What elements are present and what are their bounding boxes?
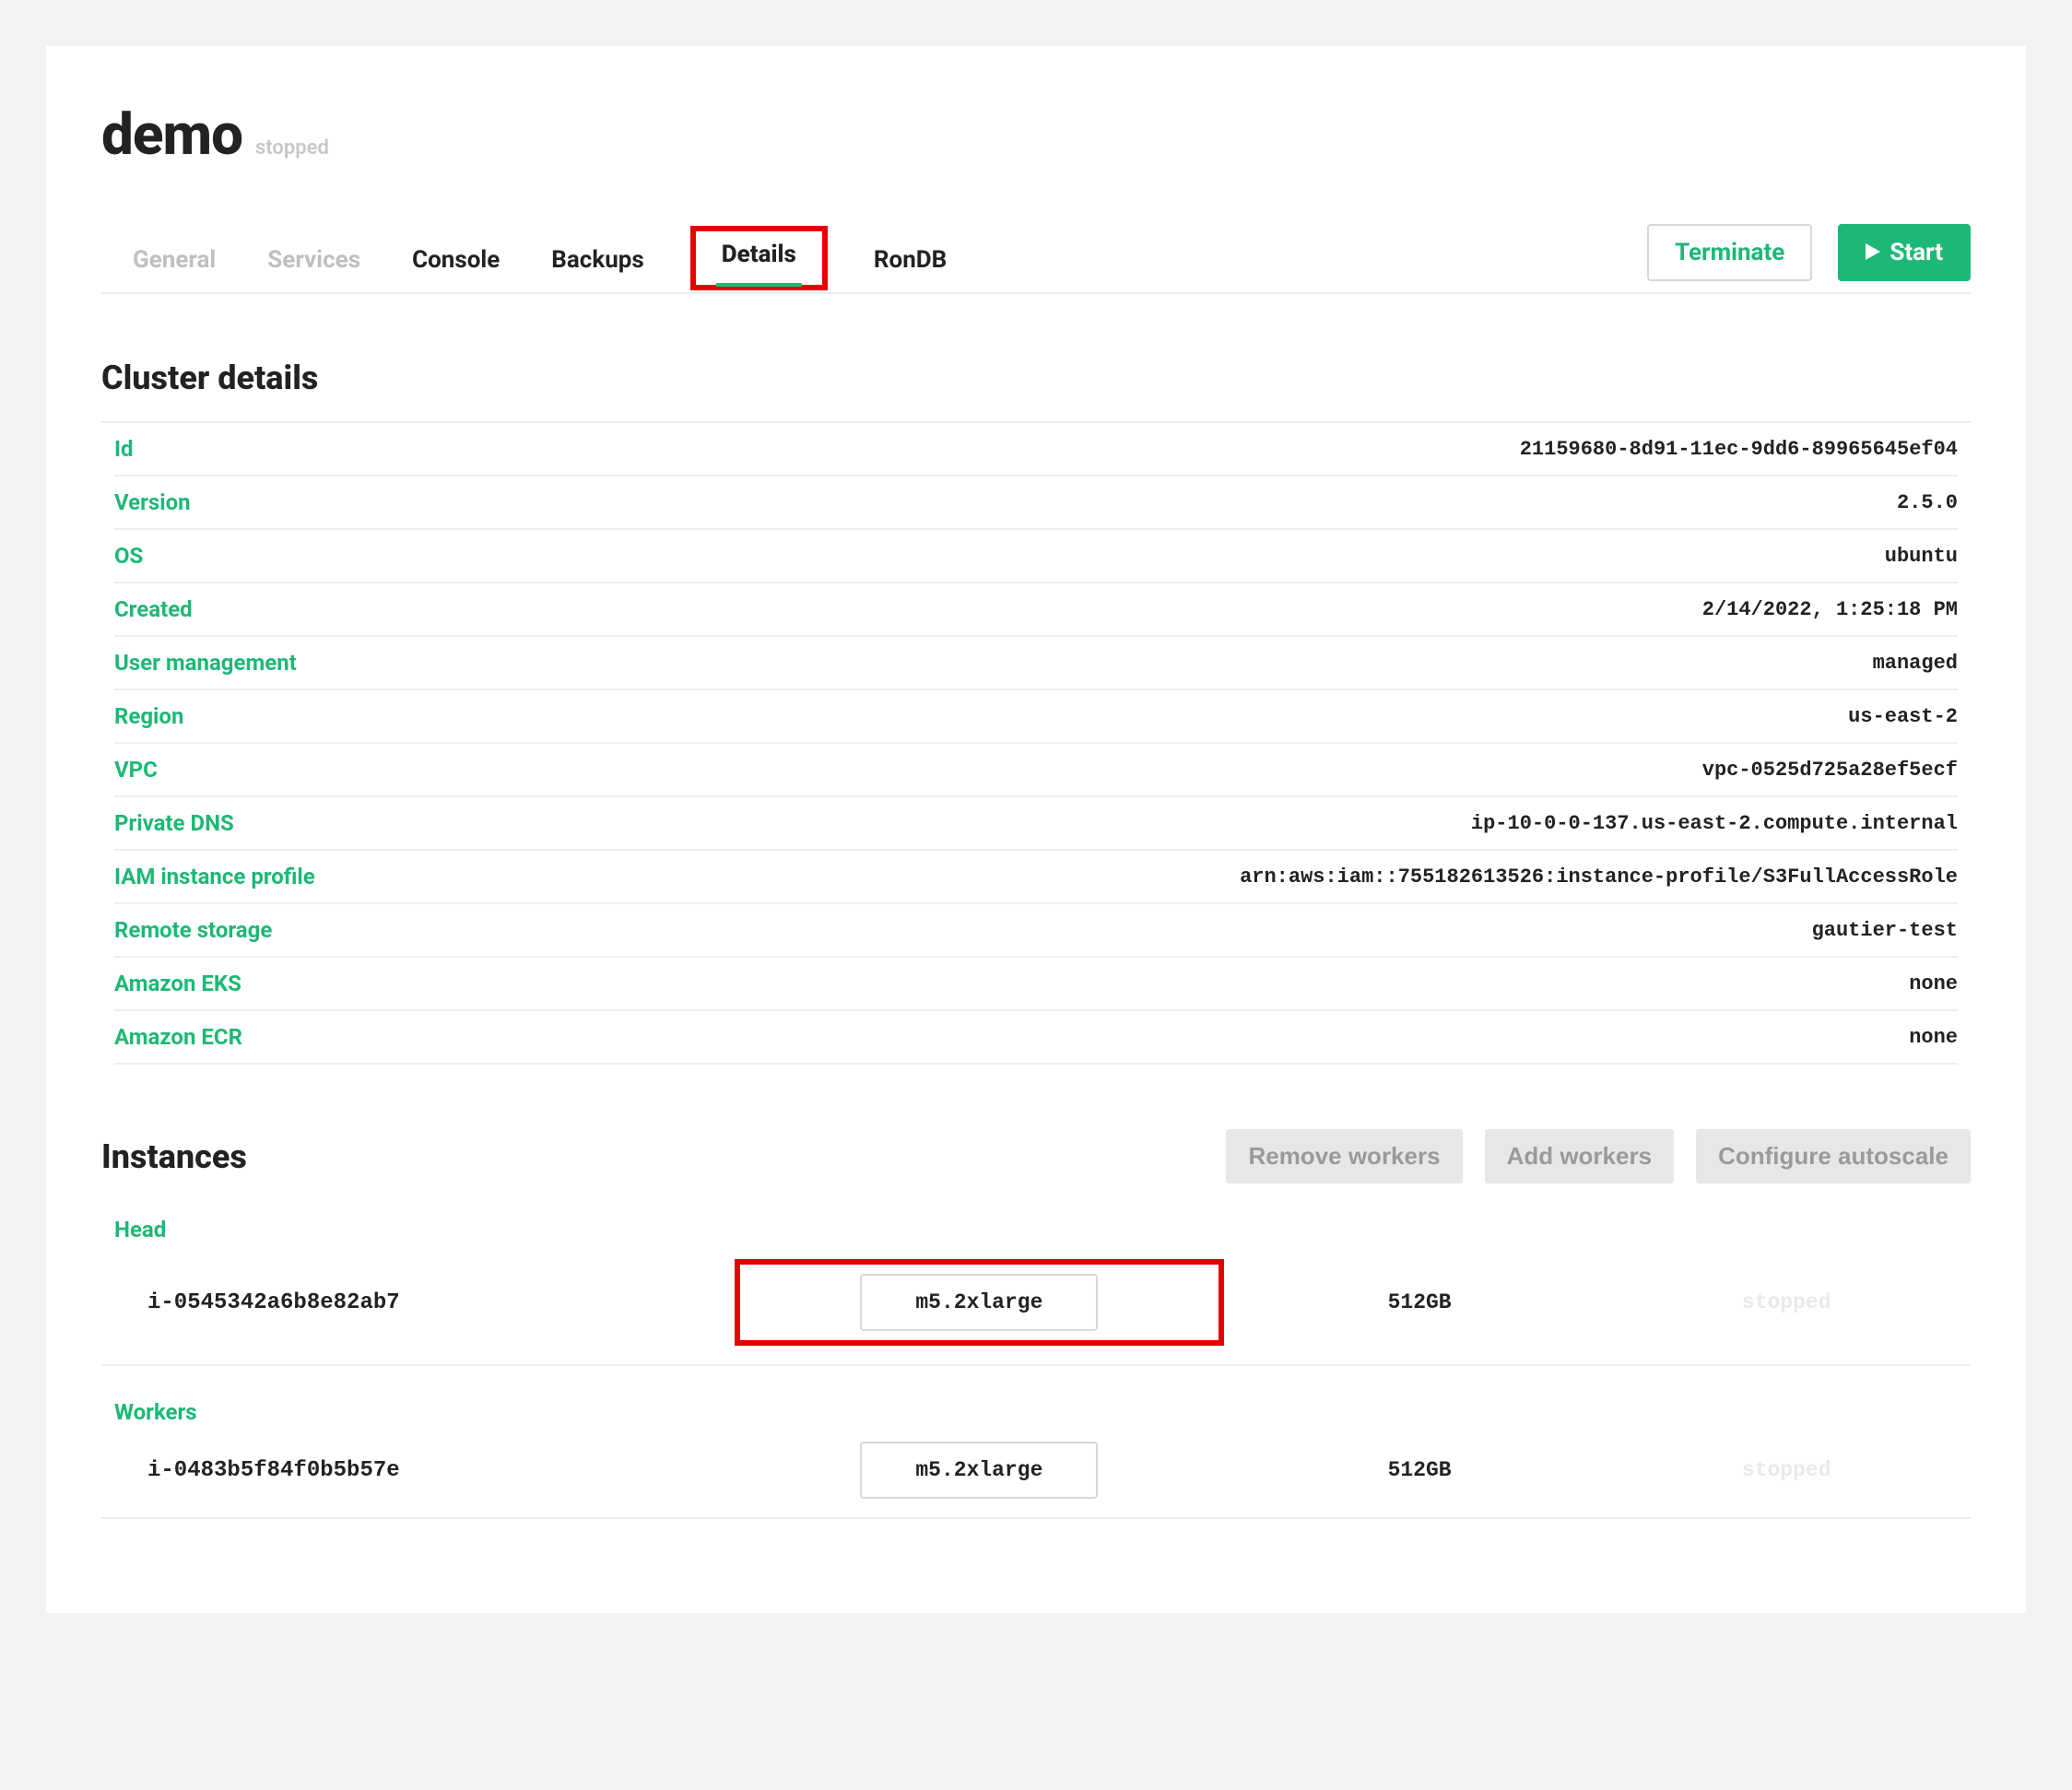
detail-key: Version: [114, 489, 191, 515]
instance-size: 512GB: [1224, 1458, 1616, 1482]
detail-key: Remote storage: [114, 917, 272, 943]
cluster-details-list: Id 21159680-8d91-11ec-9dd6-89965645ef04 Ve…: [101, 421, 1971, 1065]
instance-size: 512GB: [1224, 1290, 1616, 1314]
tab-general: General: [127, 239, 221, 290]
add-workers-button[interactable]: Add workers: [1485, 1129, 1675, 1184]
detail-value: managed: [1873, 652, 1958, 675]
detail-key: User management: [114, 650, 297, 676]
detail-key: Id: [114, 436, 134, 462]
instance-status: stopped: [1615, 1290, 1958, 1314]
tab-backups[interactable]: Backups: [546, 239, 649, 290]
detail-row: Amazon EKS none: [114, 958, 1958, 1011]
detail-key: Amazon EKS: [114, 971, 241, 996]
title-row: demo stopped: [101, 101, 1971, 169]
cluster-details-title: Cluster details: [101, 359, 1971, 397]
detail-row: Amazon ECR none: [114, 1011, 1958, 1065]
detail-value: 2/14/2022, 1:25:18 PM: [1702, 598, 1958, 621]
detail-row: VPC vpc-0525d725a28ef5ecf: [114, 744, 1958, 797]
detail-row: User management managed: [114, 637, 1958, 690]
tabbar-row: General Services Console Backups Details RonD…: [101, 224, 1971, 294]
detail-key: OS: [114, 543, 143, 569]
cluster-title: demo: [101, 101, 242, 169]
instance-status: stopped: [1615, 1458, 1958, 1482]
detail-value: ip-10-0-0-137.us-east-2.compute.internal: [1471, 812, 1958, 835]
detail-value: us-east-2: [1848, 705, 1958, 728]
detail-row: Region us-east-2: [114, 690, 1958, 744]
terminate-button-label: Terminate: [1675, 239, 1784, 266]
instances-title: Instances: [101, 1137, 247, 1176]
detail-key: VPC: [114, 757, 158, 783]
detail-key: IAM instance profile: [114, 864, 315, 889]
detail-key: Private DNS: [114, 810, 234, 836]
start-button-label: Start: [1890, 239, 1943, 266]
detail-value: arn:aws:iam::755182613526:instance-profi…: [1240, 866, 1958, 889]
instance-group-label: Workers: [101, 1384, 1971, 1432]
detail-value: vpc-0525d725a28ef5ecf: [1702, 759, 1958, 782]
detail-row: Created 2/14/2022, 1:25:18 PM: [114, 583, 1958, 637]
instance-type-highlight: m5.2xlarge: [735, 1259, 1224, 1346]
instance-type-wrap: m5.2xlarge: [735, 1442, 1224, 1499]
tab-console[interactable]: Console: [406, 239, 505, 290]
detail-row: Version 2.5.0: [114, 477, 1958, 530]
detail-value: ubuntu: [1885, 545, 1958, 568]
header-actions: Terminate Start: [1647, 224, 1971, 292]
detail-value: none: [1909, 1026, 1958, 1049]
detail-row: IAM instance profile arn:aws:iam::7551826…: [114, 851, 1958, 904]
instance-groups: Headi-0545342a6b8e82ab7m5.2xlarge512GBst…: [101, 1202, 1971, 1519]
detail-row: Private DNS ip-10-0-0-137.us-east-2.compu…: [114, 797, 1958, 851]
detail-value: 21159680-8d91-11ec-9dd6-89965645ef04: [1520, 438, 1958, 461]
instance-id: i-0545342a6b8e82ab7: [147, 1290, 735, 1315]
detail-key: Amazon ECR: [114, 1024, 242, 1050]
instance-row: i-0545342a6b8e82ab7 m5.2xlarge 512GBstoppe…: [101, 1250, 1971, 1366]
cluster-card: demo stopped General Services Console Backu…: [46, 46, 2026, 1613]
instance-group-label: Head: [101, 1202, 1971, 1250]
detail-key: Created: [114, 596, 193, 622]
instances-actions: Remove workers Add workers Configure aut…: [1226, 1129, 1971, 1184]
detail-value: 2.5.0: [1897, 491, 1958, 514]
instance-id: i-0483b5f84f0b5b57e: [147, 1458, 735, 1483]
detail-row: OS ubuntu: [114, 530, 1958, 583]
detail-key: Region: [114, 703, 183, 729]
instances-header: Instances Remove workers Add workers Con…: [101, 1129, 1971, 1184]
cluster-status: stopped: [255, 136, 329, 159]
play-icon: [1866, 239, 1880, 266]
remove-workers-button[interactable]: Remove workers: [1226, 1129, 1462, 1184]
detail-row: Remote storage gautier-test: [114, 904, 1958, 958]
instance-type[interactable]: m5.2xlarge: [860, 1442, 1098, 1499]
instance-type[interactable]: m5.2xlarge: [860, 1274, 1098, 1331]
instance-row: i-0483b5f84f0b5b57e m5.2xlarge 512GBstoppe…: [101, 1432, 1971, 1519]
start-button[interactable]: Start: [1838, 224, 1971, 281]
tab-highlight: Details: [690, 226, 828, 290]
tab-rondb[interactable]: RonDB: [868, 239, 952, 290]
detail-value: none: [1909, 972, 1958, 995]
detail-row: Id 21159680-8d91-11ec-9dd6-89965645ef04: [114, 423, 1958, 477]
tablist: General Services Console Backups Details RonD…: [101, 226, 952, 290]
detail-value: gautier-test: [1812, 919, 1958, 942]
tab-services: Services: [262, 239, 366, 290]
tab-details[interactable]: Details: [716, 233, 802, 285]
configure-autoscale-button[interactable]: Configure autoscale: [1696, 1129, 1971, 1184]
terminate-button[interactable]: Terminate: [1647, 224, 1812, 281]
